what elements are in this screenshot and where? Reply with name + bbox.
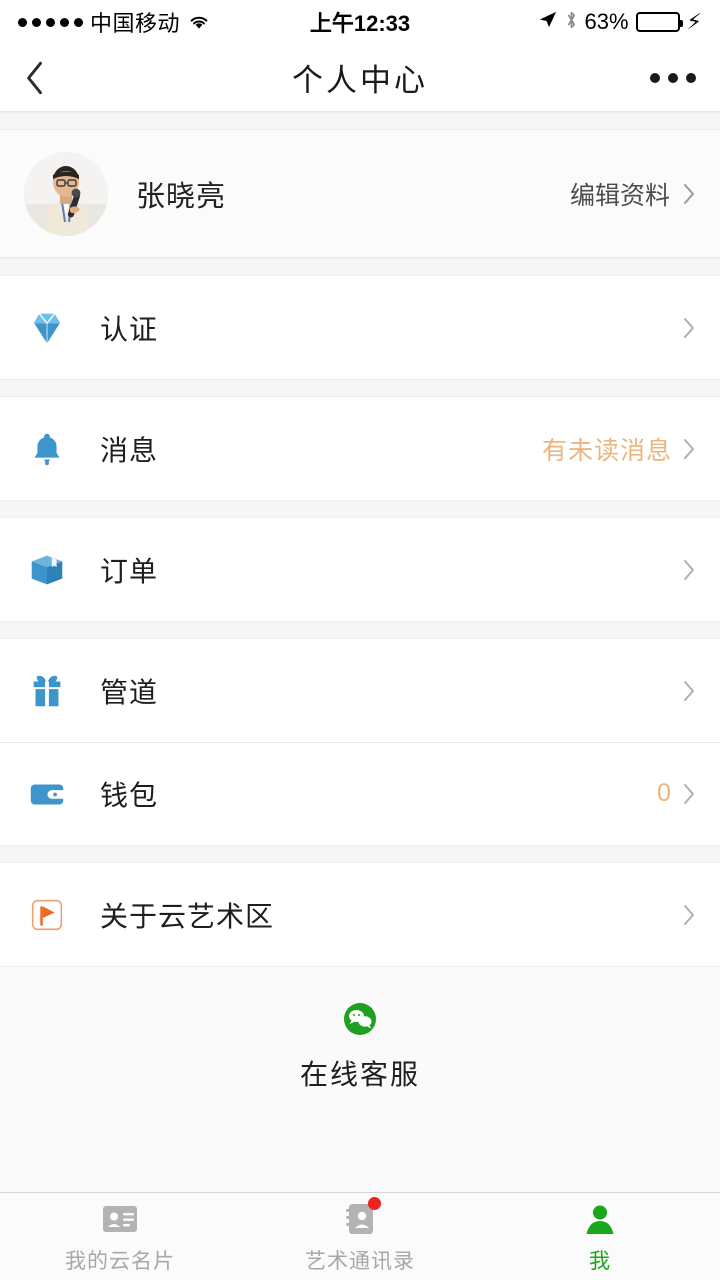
bottom-tab-bar: 我的云名片 艺术通讯录 我 [0, 1192, 720, 1280]
battery-icon [635, 12, 683, 32]
bell-icon [24, 426, 70, 472]
online-service-section: 在线客服 [0, 966, 720, 1192]
notification-badge [368, 1196, 381, 1210]
lightning-bolt-icon: ⚡ [686, 9, 702, 34]
section-gap [0, 379, 720, 397]
section-gap [0, 112, 720, 130]
menu-label: 关于云艺术区 [100, 900, 275, 932]
diamond-icon [24, 305, 70, 351]
back-button[interactable] [24, 56, 68, 100]
gift-icon [24, 668, 70, 714]
chevron-right-icon [684, 317, 694, 338]
menu-label: 管道 [100, 676, 159, 708]
menu-label: 钱包 [100, 779, 159, 811]
wechat-chat-icon [344, 1003, 376, 1035]
menu-row-right: 0 [657, 779, 696, 808]
section-gap [0, 500, 720, 518]
menu-row-right [682, 316, 696, 340]
menu-row-orders[interactable]: 订单 [0, 518, 720, 621]
tab-label: 我 [589, 1249, 611, 1273]
chevron-right-icon [684, 438, 694, 459]
section-gap [0, 258, 720, 276]
wallet-balance-value: 0 [657, 779, 672, 807]
customer-service-label: 在线客服 [299, 1059, 420, 1090]
tab-my-cloud-card[interactable]: 我的云名片 [0, 1193, 240, 1280]
profile-name: 张晓亮 [136, 180, 227, 213]
more-dots-icon [650, 72, 660, 83]
menu-row-wallet[interactable]: 钱包 0 [0, 742, 720, 845]
chevron-right-icon [684, 783, 694, 804]
battery-percent-label: 63% [584, 9, 629, 34]
chevron-right-icon [684, 680, 694, 701]
bluetooth-icon [565, 9, 578, 36]
status-bar-left: 中国移动 [18, 6, 211, 38]
back-chevron-icon [27, 61, 42, 94]
menu-label: 订单 [100, 555, 159, 587]
app-screen: 中国移动 上午12:33 63% ⚡ 个人中心 张晓亮 编辑资料 认证 消息 有… [0, 0, 720, 1280]
edit-profile-button[interactable]: 编辑资料 [570, 176, 696, 212]
tab-label: 艺术通讯录 [305, 1249, 415, 1273]
tab-me[interactable]: 我 [480, 1193, 720, 1280]
wallet-icon [24, 771, 70, 817]
chevron-right-icon [684, 904, 694, 925]
person-icon [580, 1199, 620, 1239]
nav-bar: 个人中心 [0, 44, 720, 112]
status-bar-right: 63% ⚡ [537, 9, 702, 36]
profile-row[interactable]: 张晓亮 编辑资料 [0, 130, 720, 258]
chevron-right-icon [684, 183, 694, 204]
menu-row-right [682, 558, 696, 582]
tab-label: 我的云名片 [65, 1249, 175, 1273]
menu-label: 消息 [100, 434, 159, 466]
id-card-icon [100, 1199, 140, 1239]
section-gap [0, 621, 720, 639]
unread-status-badge: 有未读消息 [541, 436, 672, 465]
wifi-icon [187, 13, 211, 31]
menu-row-right [682, 679, 696, 703]
menu-row-messages[interactable]: 消息 有未读消息 [0, 397, 720, 500]
menu-label: 认证 [100, 313, 159, 345]
menu-row-certification[interactable]: 认证 [0, 276, 720, 379]
tab-art-contacts[interactable]: 艺术通讯录 [240, 1193, 480, 1280]
status-bar: 中国移动 上午12:33 63% ⚡ [0, 0, 720, 44]
menu-row-pipeline[interactable]: 管道 [0, 639, 720, 742]
customer-service-button[interactable] [340, 999, 380, 1039]
avatar[interactable] [24, 151, 108, 236]
edit-profile-label: 编辑资料 [569, 181, 670, 210]
section-gap [0, 845, 720, 863]
package-box-icon [24, 547, 70, 593]
carrier-label: 中国移动 [90, 11, 181, 36]
chevron-right-icon [684, 559, 694, 580]
menu-row-right [682, 903, 696, 927]
menu-row-about[interactable]: 关于云艺术区 [0, 863, 720, 966]
page-title: 个人中心 [292, 63, 428, 98]
flag-icon [24, 892, 70, 938]
more-options-button[interactable] [650, 72, 696, 83]
contacts-book-icon [340, 1196, 381, 1239]
menu-row-right: 有未读消息 [542, 431, 696, 467]
location-arrow-icon [537, 9, 558, 35]
signal-strength-icon [18, 17, 83, 27]
